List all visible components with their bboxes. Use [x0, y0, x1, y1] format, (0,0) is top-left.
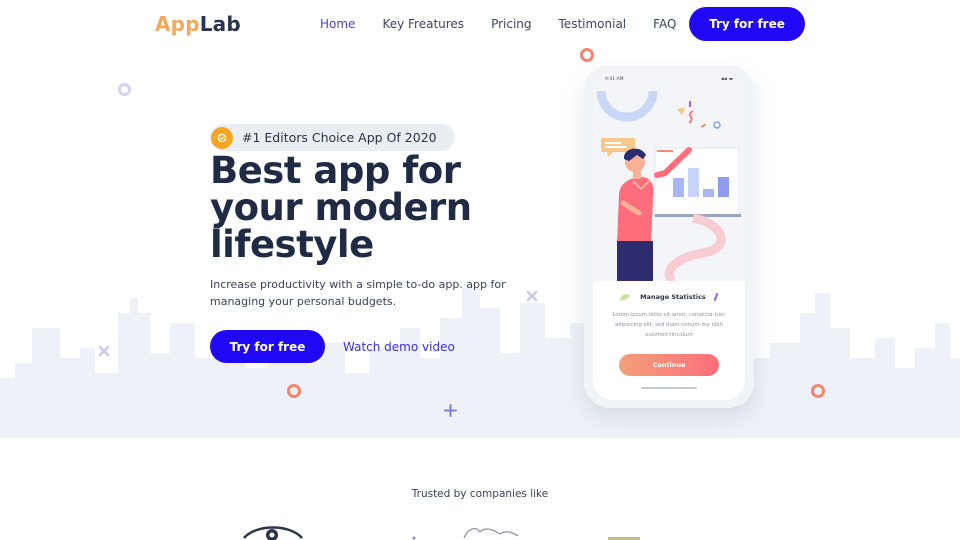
ring-decoration [580, 48, 594, 62]
ring-decoration [811, 384, 825, 398]
status-icons: ▪▪ ▬ [721, 77, 733, 82]
ring-decoration [287, 384, 301, 398]
cross-decoration [98, 345, 110, 357]
eye-logo [243, 526, 303, 540]
logo-text-app: App [155, 12, 200, 36]
hero-headline: Best app for your modern lifestyle [210, 152, 570, 263]
partner-logos-row [243, 526, 640, 540]
award-icon [211, 126, 233, 149]
headline-line-1: Best app for [210, 149, 461, 192]
hero-subtext: Increase productivity with a simple to-d… [210, 278, 506, 308]
trusted-by-label: Trusted by companies like [411, 488, 549, 500]
script-logo [412, 528, 519, 540]
plus-decoration [444, 404, 457, 417]
nav-faq[interactable]: FAQ [653, 17, 676, 31]
nav-testimonial[interactable]: Testimonial [559, 17, 627, 31]
header-try-for-free-button[interactable]: Try for free [689, 7, 805, 41]
card-title: Manage Statistics [640, 293, 706, 301]
headline-line-2: your modern [210, 186, 472, 229]
site-header: AppLab Home Key Freatures Pricing Testim… [0, 0, 960, 48]
nav-key-features[interactable]: Key Freatures [382, 17, 464, 31]
nav-pricing[interactable]: Pricing [491, 17, 531, 31]
phone-status-bar: 9:41 AM ▪▪ ▬ [605, 77, 733, 82]
main-nav: Home Key Freatures Pricing Testimonial F… [320, 17, 676, 31]
watch-demo-video-link[interactable]: Watch demo video [343, 340, 455, 354]
continue-button[interactable]: Continue [619, 354, 719, 376]
presentation-illustration [593, 73, 745, 281]
editors-choice-badge: #1 Editors Choice App Of 2020 [210, 124, 455, 151]
city-skyline-illustration [0, 288, 960, 438]
headline-line-3: lifestyle [210, 223, 374, 266]
sparkle-icon [713, 292, 719, 302]
nav-home[interactable]: Home [320, 17, 355, 31]
ring-decoration [118, 83, 131, 96]
badge-text: #1 Editors Choice App Of 2020 [242, 130, 437, 145]
phone-mockup: 9:41 AM ▪▪ ▬ Manage Statistics Lorem ips… [584, 65, 754, 408]
hero-section: AppLab Home Key Freatures Pricing Testim… [0, 0, 960, 438]
hero-try-for-free-button[interactable]: Try for free [210, 330, 325, 363]
card-text: Lorem ipsum dolor sit amet, consecta-tue… [612, 312, 726, 338]
status-time: 9:41 AM [605, 77, 624, 82]
leaf-icon [620, 294, 631, 301]
phone-screen: 9:41 AM ▪▪ ▬ Manage Statistics Lorem ips… [593, 73, 745, 400]
applab-logo[interactable]: AppLab [155, 12, 241, 36]
logo-text-lab: Lab [199, 12, 241, 36]
home-indicator [641, 387, 697, 389]
card-title-row: Manage Statistics [593, 291, 745, 303]
